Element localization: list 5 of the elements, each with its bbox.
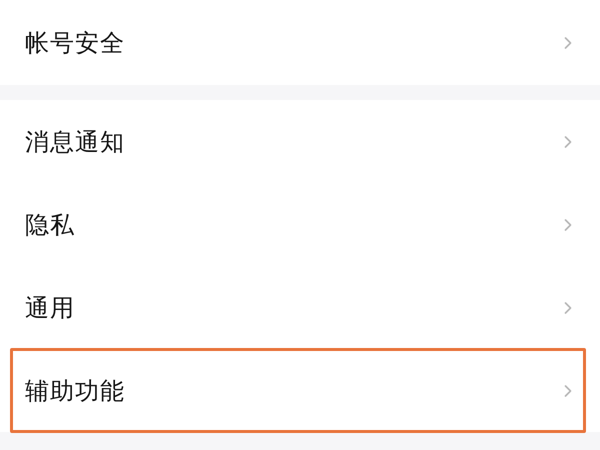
row-label: 隐私: [25, 210, 75, 240]
row-label: 辅助功能: [25, 376, 125, 406]
row-label: 消息通知: [25, 126, 125, 158]
row-label: 通用: [25, 292, 75, 324]
row-label: 帐号安全: [25, 28, 125, 58]
